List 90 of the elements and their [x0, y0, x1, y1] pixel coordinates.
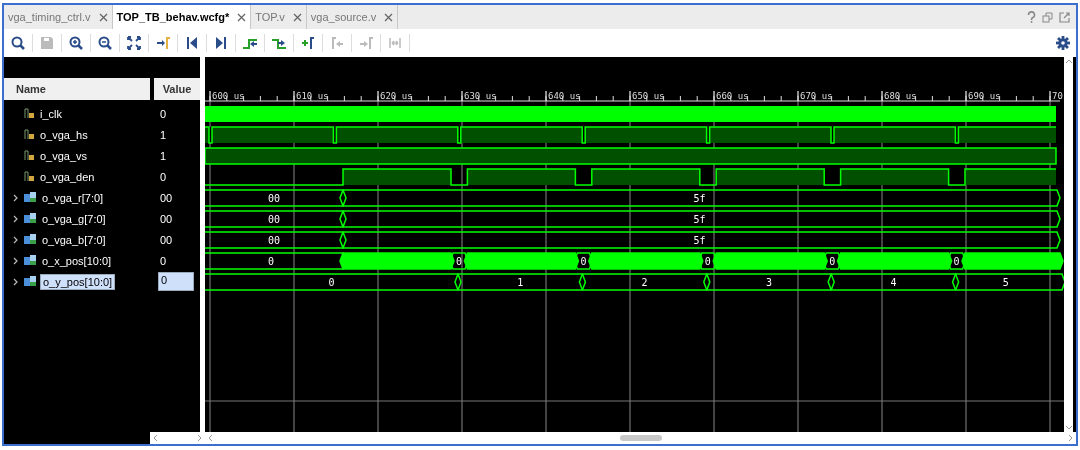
- bus-signal-icon: [24, 276, 36, 287]
- column-header[interactable]: Name: [4, 78, 150, 100]
- scroll-left-icon[interactable]: [208, 434, 213, 442]
- time-label: 620 us: [380, 91, 413, 101]
- column-header[interactable]: Value: [154, 78, 200, 100]
- signal-value: 00: [159, 211, 174, 226]
- scrollbar-thumb[interactable]: [619, 435, 662, 441]
- signal-value: 00: [159, 232, 174, 247]
- bus-signal-icon: [24, 213, 36, 224]
- bus-value: 2: [641, 277, 648, 288]
- bus-value: 0: [829, 256, 836, 267]
- expand-chevron-icon[interactable]: [12, 193, 20, 202]
- next-marker-icon: [358, 35, 374, 51]
- scroll-left-icon[interactable]: [153, 434, 158, 442]
- time-label: 680 us: [884, 91, 917, 101]
- signal-name[interactable]: o_vga_g[7:0]: [40, 211, 108, 226]
- time-label: 630 us: [464, 91, 497, 101]
- zoom-in-icon: [68, 35, 84, 51]
- time-label: 610 us: [296, 91, 329, 101]
- zoom-out-icon: [97, 35, 113, 51]
- signal-name[interactable]: o_vga_r[7:0]: [40, 190, 106, 205]
- expand-chevron-icon[interactable]: [12, 214, 20, 223]
- signal-value: 1: [159, 148, 168, 163]
- bus-signal-icon: [24, 234, 36, 245]
- bus-value: 00: [268, 214, 280, 225]
- time-label: 70: [1052, 91, 1063, 101]
- editor-tab[interactable]: TOP_TB_behav.wcfg*: [112, 5, 252, 29]
- bit-signal-icon: [24, 150, 34, 161]
- signal-value: 0: [159, 169, 168, 184]
- go-to-start-icon: [184, 35, 200, 51]
- bus-value: 0: [953, 256, 960, 267]
- bus-value: 0: [580, 256, 587, 267]
- bus-value: 0: [456, 256, 462, 267]
- time-label: 670 us: [800, 91, 833, 101]
- bus-value: 0: [328, 277, 335, 288]
- signal-value: 0: [159, 106, 168, 121]
- bus-value: 4: [890, 277, 897, 288]
- bus-signal-icon: [24, 255, 36, 266]
- bus-value: 0: [268, 256, 274, 267]
- signal-value: 0: [159, 253, 168, 268]
- bus-value: 3: [766, 277, 772, 288]
- prev-marker-icon: [329, 35, 345, 51]
- signal-name[interactable]: o_y_pos[10:0]: [40, 273, 116, 290]
- save-icon: [39, 35, 55, 51]
- time-label: 650 us: [632, 91, 665, 101]
- close-icon[interactable]: [384, 12, 394, 22]
- bus-value: 5f: [693, 193, 706, 204]
- bus-value: 0: [704, 256, 711, 267]
- add-marker-icon: [300, 35, 316, 51]
- bus-signal-icon: [24, 192, 36, 203]
- bus-value: 5: [1002, 277, 1009, 288]
- time-label: 690 us: [968, 91, 1001, 101]
- scroll-down-icon[interactable]: [1064, 425, 1073, 430]
- expand-chevron-icon[interactable]: [12, 256, 20, 265]
- time-label: 600 us: [212, 91, 245, 101]
- float-icon[interactable]: [1059, 11, 1070, 23]
- bus-value: 5f: [693, 214, 706, 225]
- scroll-right-icon[interactable]: [197, 434, 202, 442]
- search-icon: [10, 35, 26, 51]
- signal-name[interactable]: o_vga_hs: [38, 127, 90, 142]
- time-label: 660 us: [716, 91, 749, 101]
- bus-value: 00: [268, 193, 280, 204]
- bit-signal-icon: [24, 129, 34, 140]
- swap-cursors-icon: [387, 35, 403, 51]
- settings-icon[interactable]: [1056, 36, 1070, 50]
- help-icon[interactable]: [1027, 11, 1036, 23]
- signal-name[interactable]: i_clk: [38, 106, 64, 121]
- zoom-fit-icon: [126, 35, 142, 51]
- bus-value: 1: [517, 277, 524, 288]
- time-label: 640 us: [548, 91, 581, 101]
- signal-value: 00: [159, 190, 174, 205]
- signal-name[interactable]: o_vga_den: [38, 169, 97, 184]
- bus-value: 00: [268, 235, 280, 246]
- signal-name[interactable]: o_vga_vs: [38, 148, 90, 163]
- bus-value: 5f: [693, 235, 706, 246]
- expand-chevron-icon[interactable]: [12, 277, 20, 286]
- bit-signal-icon: [24, 171, 34, 182]
- scroll-up-icon[interactable]: [1064, 59, 1073, 64]
- bit-signal-icon: [24, 108, 34, 119]
- signal-value: 1: [159, 127, 168, 142]
- close-icon[interactable]: [237, 12, 247, 22]
- expand-chevron-icon[interactable]: [12, 235, 20, 244]
- signal-name[interactable]: o_x_pos[10:0]: [40, 253, 114, 268]
- close-icon[interactable]: [98, 12, 108, 22]
- scroll-right-icon[interactable]: [1068, 434, 1073, 442]
- signal-value: 0: [158, 272, 194, 291]
- close-icon[interactable]: [292, 12, 302, 22]
- signal-name[interactable]: o_vga_b[7:0]: [40, 232, 108, 247]
- go-to-end-icon: [213, 35, 229, 51]
- go-to-cursor-icon: [155, 35, 171, 51]
